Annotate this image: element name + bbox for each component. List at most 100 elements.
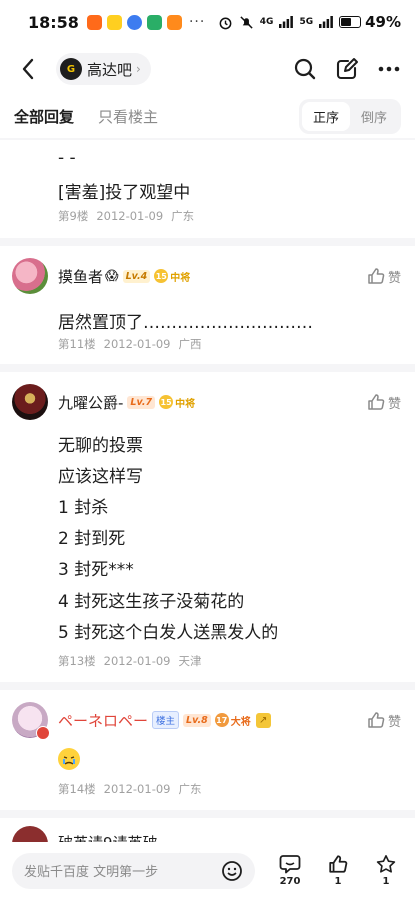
floor-number: 第11楼 [58, 337, 96, 351]
bottom-bar: 发贴千百度 文明第一步 270 1 1 [0, 842, 415, 899]
level-badge: Lv.4 [122, 269, 151, 283]
nav-bar: G 高达吧 › [0, 44, 415, 94]
rank-gem-icon: 17 [214, 713, 229, 727]
star-count: 1 [382, 876, 390, 887]
author-row: ペーネロペー 楼主 Lv.8 17 大将 ↗ 赞 [12, 700, 401, 740]
more-dots-icon [378, 66, 400, 72]
rank-gem-icon: 15 [154, 269, 169, 283]
post-meta: 第11楼 2012-01-09 广西 [58, 336, 209, 352]
order-toggle: 正序 倒序 [298, 98, 401, 134]
post-line: 4 封死这生孩子没菊花的 [58, 592, 245, 612]
forum-chip[interactable]: G 高达吧 › [56, 53, 151, 85]
floor-number: 第9楼 [58, 209, 89, 223]
level-badge: Lv.8 [183, 713, 211, 727]
like-label: 赞 [387, 714, 401, 730]
post-line: 3 封死*** [58, 560, 134, 580]
author-row: 九曜公爵- Lv.7 15 中将 赞 [12, 382, 401, 422]
op-mark-icon [36, 726, 50, 740]
post-meta: 第13楼 2012-01-09 天津 [58, 653, 209, 669]
like-button[interactable]: 赞 [367, 711, 401, 730]
network-4g: 4G [259, 17, 274, 27]
order-desc-button[interactable]: 倒序 [350, 102, 398, 131]
chevron-right-icon: › [136, 62, 141, 76]
back-button[interactable] [14, 55, 42, 83]
forum-avatar: G [60, 58, 82, 80]
tab-only-op[interactable]: 只看楼主 [98, 106, 158, 127]
reply-placeholder: 发贴千百度 文明第一步 [24, 865, 159, 880]
network-5g: 5G [299, 17, 314, 27]
rank-gem-icon: 15 [159, 395, 174, 409]
action-group: 270 1 1 [277, 854, 403, 887]
signal-icon-2 [319, 16, 333, 28]
divider [0, 682, 415, 690]
search-button[interactable] [293, 57, 317, 81]
taobao-app-icon [86, 14, 102, 30]
like-count: 1 [334, 876, 342, 887]
mute-icon [240, 15, 253, 29]
post-line: - - [58, 148, 76, 168]
status-bar: 18:58 ··· 4G 5G 49% [0, 0, 415, 44]
more-button[interactable] [377, 57, 401, 81]
rank-label: 中将 [170, 272, 191, 284]
post-line: 2 封到死 [58, 529, 126, 549]
back-arrow-icon [22, 58, 34, 80]
compose-button[interactable] [335, 57, 359, 81]
favorite-button[interactable]: 1 [373, 854, 399, 887]
order-asc-button[interactable]: 正序 [301, 101, 350, 131]
battery-indicator: 49% [339, 13, 401, 31]
thumbs-up-icon [368, 712, 385, 728]
blue-app-icon [126, 14, 142, 30]
divider [0, 138, 415, 140]
post-date: 2012-01-09 [103, 782, 171, 796]
star-icon [376, 855, 396, 873]
thread-like-button[interactable]: 1 [325, 854, 351, 887]
thumbs-up-icon [329, 855, 348, 873]
op-badge: 楼主 [152, 711, 180, 729]
emoji-button-icon[interactable] [221, 860, 243, 882]
post-line: 应该这样写 [58, 467, 143, 487]
rank-label: 大将 [230, 716, 251, 728]
author-name[interactable]: 摸鱼者 [58, 266, 103, 287]
arrow-badge-icon: ↗ [255, 712, 271, 728]
post-date: 2012-01-09 [96, 209, 164, 223]
wechat-app-icon [146, 14, 162, 30]
rank-badge: 17 大将 [214, 713, 251, 728]
rank-badge: 15 中将 [159, 395, 195, 410]
author-name[interactable]: 九曜公爵- [58, 392, 123, 413]
like-label: 赞 [387, 396, 401, 412]
avatar[interactable] [12, 384, 48, 420]
orange-app-icon [166, 14, 182, 30]
nav-actions [293, 57, 401, 81]
comment-count: 270 [279, 876, 301, 887]
notification-icons: ··· [86, 14, 205, 30]
post-location: 广西 [178, 337, 202, 351]
post-line: [害羞]投了观望中 [58, 183, 191, 203]
comments-button[interactable]: 270 [277, 854, 303, 887]
edit-icon [336, 58, 358, 80]
rank-badge: 15 中将 [154, 269, 190, 284]
battery-percent: 49% [365, 13, 401, 31]
signal-icon [279, 16, 294, 28]
post-line: 1 封杀 [58, 498, 109, 518]
post-location: 广东 [171, 209, 195, 223]
divider [0, 238, 415, 246]
like-button[interactable]: 赞 [367, 267, 401, 286]
post-location: 广东 [178, 782, 202, 796]
reply-input[interactable]: 发贴千百度 文明第一步 [12, 852, 255, 889]
post-line: 5 封死这个白发人送黑发人的 [58, 623, 279, 643]
like-button[interactable]: 赞 [367, 393, 401, 412]
avatar[interactable] [12, 702, 50, 740]
post-location: 天津 [178, 654, 202, 668]
post-meta: 第9楼 2012-01-09 广东 [58, 208, 202, 224]
tab-all-replies[interactable]: 全部回复 [14, 106, 74, 127]
post-line: 居然置顶了………………………… [58, 313, 313, 333]
thumbs-up-icon [368, 268, 385, 284]
author-name[interactable]: ペーネロペー [58, 710, 148, 731]
level-badge: Lv.7 [127, 395, 156, 409]
thumbs-up-icon [368, 394, 385, 410]
floor-number: 第14楼 [58, 782, 96, 796]
avatar[interactable] [12, 258, 48, 294]
alarm-icon [219, 17, 232, 29]
like-label: 赞 [387, 270, 401, 286]
forum-name: 高达吧 [87, 60, 133, 79]
